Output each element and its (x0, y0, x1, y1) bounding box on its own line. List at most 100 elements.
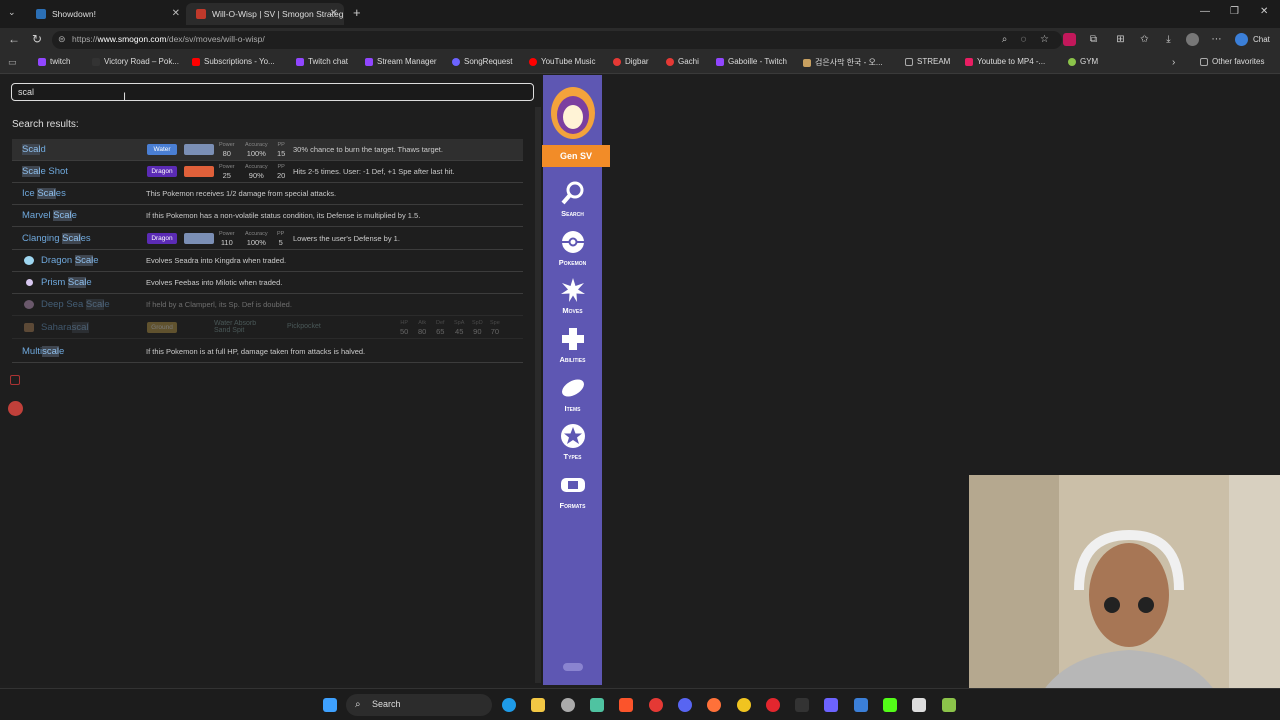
nav-types[interactable]: Types (543, 423, 602, 461)
bookmark-stream-folder[interactable]: STREAM (905, 57, 950, 66)
smogon-logo[interactable] (548, 83, 598, 141)
result-name[interactable]: Scald (22, 144, 46, 155)
result-name[interactable]: Marvel Scale (22, 210, 77, 221)
kick-icon[interactable] (883, 698, 897, 712)
gen-badge[interactable]: Gen SV (542, 145, 610, 167)
minimize-icon[interactable]: — (1200, 6, 1210, 17)
bookmark-stream-manager[interactable]: Stream Manager (365, 57, 437, 66)
bookmark-twitch-chat[interactable]: Twitch chat (296, 57, 348, 66)
app-icon[interactable] (590, 698, 604, 712)
result-name[interactable]: Prism Scale (41, 277, 92, 288)
search-input[interactable]: scal (11, 83, 534, 101)
extensions-icon[interactable]: ⧉ (1087, 33, 1100, 46)
firefox-icon[interactable] (707, 698, 721, 712)
close-window-icon[interactable]: ✕ (1260, 6, 1268, 17)
sidebar-toggle-icon[interactable] (563, 663, 583, 671)
result-row-deep-sea-scale[interactable]: Deep Sea Scale If held by a Clamperl, it… (12, 294, 523, 316)
overlay-badge-icon[interactable] (8, 401, 23, 416)
bookmarks-toggle-icon[interactable]: ▭ (8, 57, 17, 68)
type-badge-dragon[interactable]: Dragon (147, 233, 177, 244)
chat-label[interactable]: Chat (1253, 35, 1270, 44)
nav-search[interactable]: Search (543, 180, 602, 218)
split-screen-icon[interactable]: ⊞ (1114, 33, 1127, 46)
settings-icon[interactable] (561, 698, 575, 712)
bookmark-twitch[interactable]: twitch (38, 57, 70, 66)
result-name[interactable]: Scale Shot (22, 166, 68, 177)
result-name[interactable]: Dragon Scale (41, 255, 99, 266)
app-icon[interactable] (737, 698, 751, 712)
result-row-scald[interactable]: Scald Water Power 80 Accuracy 100% PP 15 30… (12, 139, 523, 161)
result-name[interactable]: Ice Scales (22, 188, 66, 199)
result-row-multiscale[interactable]: Multiscale If this Pokemon is at full HP… (12, 341, 523, 363)
nav-abilities[interactable]: Abilities (543, 326, 602, 364)
site-info-icon[interactable]: ⊜ (58, 34, 66, 45)
bookmark-gachi[interactable]: Gachi (666, 57, 699, 66)
copilot-icon[interactable] (1235, 33, 1248, 46)
nav-formats[interactable]: Formats (543, 472, 602, 510)
scrollbar[interactable] (535, 107, 541, 683)
favorites-icon[interactable]: ✩ (1138, 33, 1151, 46)
bookmark-songrequest[interactable]: SongRequest (452, 57, 512, 66)
bookmark-victory-road[interactable]: Victory Road – Pok... (92, 57, 179, 66)
tab-list-chevron-icon[interactable]: ⌄ (8, 7, 16, 18)
app-icon[interactable] (854, 698, 868, 712)
bookmark-subscriptions[interactable]: Subscriptions - Yo... (192, 57, 275, 66)
opera-icon[interactable] (766, 698, 780, 712)
favorite-star-icon[interactable]: ☆ (1038, 33, 1051, 46)
type-badge-ground[interactable]: Ground (147, 322, 177, 333)
result-row-scale-shot[interactable]: Scale Shot Dragon Power 25 Accuracy 90% PP… (12, 161, 523, 183)
result-name[interactable]: Saharascal (41, 322, 89, 333)
extension-icon[interactable] (1063, 33, 1076, 46)
downloads-icon[interactable]: ⤓ (1162, 33, 1175, 46)
nav-items[interactable]: Items (543, 375, 602, 413)
result-name[interactable]: Multiscale (22, 346, 64, 357)
refresh-icon[interactable]: ↻ (32, 32, 42, 46)
bookmark-youtube-music[interactable]: YouTube Music (529, 57, 596, 66)
name-part: e (104, 299, 110, 310)
bookmark-black-desert[interactable]: 검은사막 한국 - 오... (803, 57, 883, 68)
close-tab-icon[interactable]: ✕ (172, 8, 180, 19)
nav-pokemon[interactable]: Pokemon (543, 229, 602, 267)
close-tab-icon[interactable]: ✕ (330, 8, 338, 19)
app-icon[interactable] (795, 698, 809, 712)
bookmark-gaboille[interactable]: Gaboille - Twitch (716, 57, 787, 66)
reader-icon[interactable]: ◌ (1017, 33, 1030, 46)
file-explorer-icon[interactable] (531, 698, 545, 712)
bookmark-youtube-mp4[interactable]: Youtube to MP4 -... (965, 57, 1045, 66)
type-badge-water[interactable]: Water (147, 144, 177, 155)
nav-moves[interactable]: Moves (543, 277, 602, 315)
result-row-clanging-scales[interactable]: Clanging Scales Dragon Power 110 Accuracy… (12, 228, 523, 250)
new-tab-icon[interactable]: + (353, 5, 361, 20)
discord-icon[interactable] (678, 698, 692, 712)
result-row-dragon-scale[interactable]: Dragon Scale Evolves Seadra into Kingdra… (12, 250, 523, 272)
result-row-pokemon[interactable]: Saharascal Ground Water Absorb Sand Spit … (12, 317, 523, 339)
type-badge-dragon[interactable]: Dragon (147, 166, 177, 177)
edge-icon[interactable] (502, 698, 516, 712)
taskbar-search[interactable]: Search (346, 694, 492, 716)
url-field[interactable]: https://www.smogon.com/dex/sv/moves/will… (52, 31, 1062, 49)
app-icon[interactable] (912, 698, 926, 712)
text-cursor-icon: I (123, 91, 127, 103)
tab-smogon[interactable]: Will-O-Wisp | SV | Smogon Strateg ✕ (186, 3, 344, 25)
brave-icon[interactable] (619, 698, 633, 712)
tab-showdown[interactable]: Showdown! ✕ (26, 3, 186, 25)
result-name[interactable]: Clanging Scales (22, 233, 91, 244)
windows-start-icon[interactable] (323, 698, 337, 712)
restore-icon[interactable]: ❐ (1230, 6, 1239, 17)
result-row-marvel-scale[interactable]: Marvel Scale If this Pokemon has a non-v… (12, 205, 523, 227)
result-row-prism-scale[interactable]: Prism Scale Evolves Feebas into Milotic … (12, 272, 523, 294)
more-menu-icon[interactable]: ⋯ (1210, 33, 1223, 46)
app-icon[interactable] (942, 698, 956, 712)
bookmark-digbar[interactable]: Digbar (613, 57, 649, 66)
zoom-icon[interactable]: ⌕ (998, 33, 1011, 46)
app-icon[interactable] (824, 698, 838, 712)
extension-overlay-icon[interactable] (10, 375, 20, 385)
other-favorites[interactable]: Other favorites (1200, 57, 1264, 66)
bookmark-gym[interactable]: GYM (1068, 57, 1098, 66)
bookmarks-overflow-chevron-icon[interactable]: › (1172, 57, 1175, 68)
result-row-ice-scales[interactable]: Ice Scales This Pokemon receives 1/2 dam… (12, 183, 523, 205)
result-name[interactable]: Deep Sea Scale (41, 299, 110, 310)
youtube-icon[interactable] (649, 698, 663, 712)
profile-avatar-icon[interactable] (1186, 33, 1199, 46)
back-icon[interactable]: ← (8, 32, 20, 46)
